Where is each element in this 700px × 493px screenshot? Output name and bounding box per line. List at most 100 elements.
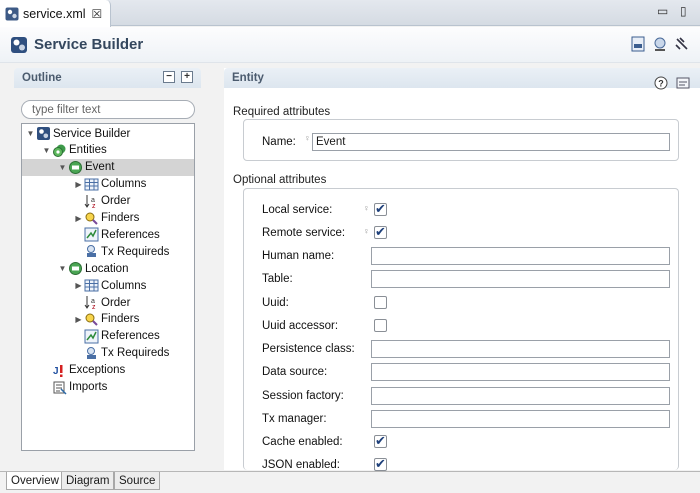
service-builder-icon — [11, 36, 27, 53]
collapse-arrow-icon[interactable]: ▼ — [58, 163, 67, 172]
cache-enabled-row: Cache enabled: — [262, 433, 343, 451]
expand-arrow-icon[interactable]: ▶ — [74, 281, 83, 290]
maximize-icon[interactable]: ▯ — [680, 4, 687, 18]
page-title: Service Builder — [34, 36, 144, 53]
tree-item-label: Order — [101, 195, 131, 208]
expand-arrow-icon[interactable]: ▶ — [74, 180, 83, 189]
editor-tab-service-xml[interactable]: service.xml ☒ — [0, 0, 111, 27]
remote-service-checkbox[interactable] — [374, 224, 387, 240]
tree-item-label: Columns — [101, 178, 147, 191]
entity-panel: Entity ? Required attributes Name: ♀ Eve… — [224, 68, 700, 472]
collapse-arrow-icon[interactable]: ▼ — [42, 146, 51, 155]
entities-icon — [52, 143, 67, 158]
tree-item-label: Location — [85, 262, 129, 275]
human-name-field[interactable] — [371, 247, 670, 265]
json-enabled-checkbox[interactable] — [374, 456, 387, 472]
table-field[interactable] — [371, 270, 670, 288]
help-icon[interactable]: ? — [654, 76, 668, 93]
required-attributes-title: Required attributes — [233, 106, 331, 118]
tree-item-order[interactable]: a z Order — [74, 193, 130, 210]
tree-item-location[interactable]: ▼ Location — [58, 260, 128, 277]
page-tab-bar: Overview Diagram Source — [0, 471, 700, 493]
remote-service-label: Remote service: — [262, 227, 346, 239]
tree-item-label: Tx Requireds — [101, 245, 170, 258]
tree-item-tx-requireds[interactable]: Tx Requireds — [74, 345, 169, 362]
tree-item-event[interactable]: ▼ Event — [22, 158, 194, 176]
tab-overview[interactable]: Overview — [6, 472, 64, 490]
data-source-label: Data source: — [262, 366, 328, 378]
session-factory-field[interactable] — [371, 387, 670, 405]
editor-tab-strip: service.xml ☒ ▭ ▯ — [0, 0, 700, 27]
tree-item-label: References — [101, 330, 160, 343]
collapse-arrow-icon[interactable]: ▼ — [26, 129, 35, 138]
tree-item-exceptions[interactable]: J Exceptions — [42, 362, 125, 379]
outline-tools: − + — [163, 71, 193, 83]
table-label: Table: — [262, 273, 293, 285]
expand-arrow-icon[interactable]: ▶ — [74, 214, 83, 223]
tree-item-label: Entities — [69, 144, 107, 157]
source-view-icon[interactable] — [676, 76, 690, 93]
uuid-checkbox[interactable] — [374, 296, 387, 309]
tree-item-finders[interactable]: ▶ Finders — [74, 210, 139, 227]
outline-tree: ▼ Service Builder ▼ Entities ▼ Event ▶ Columns a… — [21, 123, 195, 451]
tree-item-columns[interactable]: ▶ Columns — [74, 277, 146, 294]
optional-attributes-title: Optional attributes — [233, 174, 327, 186]
columns-icon — [84, 177, 99, 192]
json-enabled-label: JSON enabled: — [262, 459, 340, 471]
data-source-row: Data source: — [262, 363, 327, 381]
tree-item-finders[interactable]: ▶ Finders — [74, 311, 139, 328]
form-header: Service Builder — [0, 27, 700, 63]
name-field[interactable]: Event — [312, 133, 670, 151]
tx-requireds-icon — [84, 244, 99, 259]
tree-item-label: Finders — [101, 212, 140, 224]
local-service-checkbox[interactable] — [374, 201, 387, 217]
view-xml-icon[interactable] — [630, 36, 646, 52]
name-label: Name: — [262, 136, 296, 148]
minimize-icon[interactable]: ▭ — [657, 4, 668, 18]
tree-item-references[interactable]: References — [74, 328, 160, 345]
table-row: Table: — [262, 270, 293, 288]
columns-icon — [84, 278, 99, 293]
required-hint-icon: ♀ — [304, 133, 311, 143]
session-factory-label: Session factory: — [262, 390, 344, 402]
persistence-class-label: Persistence class: — [262, 343, 355, 355]
tree-item-entities[interactable]: ▼ Entities — [42, 142, 107, 159]
svg-text:z: z — [92, 304, 96, 310]
tree-item-imports[interactable]: Imports — [42, 379, 107, 396]
tab-source[interactable]: Source — [114, 472, 161, 490]
cache-enabled-checkbox[interactable] — [374, 433, 387, 449]
generate-services-icon[interactable] — [652, 36, 668, 52]
tx-manager-field[interactable] — [371, 410, 670, 428]
close-tab-icon[interactable]: ☒ — [92, 7, 103, 21]
tx-manager-row: Tx manager: — [262, 410, 327, 428]
tree-item-service-builder[interactable]: ▼ Service Builder — [26, 125, 130, 142]
tree-item-columns[interactable]: ▶ Columns — [74, 176, 146, 193]
tree-item-references[interactable]: References — [74, 226, 160, 243]
tree-item-order[interactable]: a z Order — [74, 294, 130, 311]
data-source-field[interactable] — [371, 363, 670, 381]
entity-header: Entity — [224, 68, 700, 88]
order-icon: az — [84, 194, 99, 209]
uuid-accessor-checkbox[interactable] — [374, 319, 387, 332]
build-wsdd-icon[interactable] — [674, 36, 690, 52]
tab-diagram[interactable]: Diagram — [61, 472, 115, 490]
tree-item-label: Imports — [69, 381, 108, 393]
outline-header: Outline − + — [14, 68, 201, 88]
expand-all-icon[interactable]: + — [181, 71, 193, 83]
human-name-label: Human name: — [262, 250, 335, 262]
filter-input[interactable] — [21, 100, 195, 119]
persistence-class-field[interactable] — [371, 340, 670, 358]
svg-text:J: J — [53, 366, 59, 377]
tree-item-label: References — [101, 228, 160, 241]
references-icon — [84, 227, 99, 242]
collapse-all-icon[interactable]: − — [163, 71, 175, 83]
uuid-accessor-label: Uuid accessor: — [262, 320, 339, 332]
tree-item-tx-requireds[interactable]: Tx Requireds — [74, 243, 169, 260]
human-name-row: Human name: — [262, 247, 334, 265]
entity-icon — [68, 160, 83, 175]
collapse-arrow-icon[interactable]: ▼ — [58, 264, 67, 273]
service-file-icon — [5, 7, 19, 20]
tree-item-label: Columns — [101, 279, 147, 292]
expand-arrow-icon[interactable]: ▶ — [74, 315, 83, 324]
header-toolbar — [630, 36, 690, 52]
